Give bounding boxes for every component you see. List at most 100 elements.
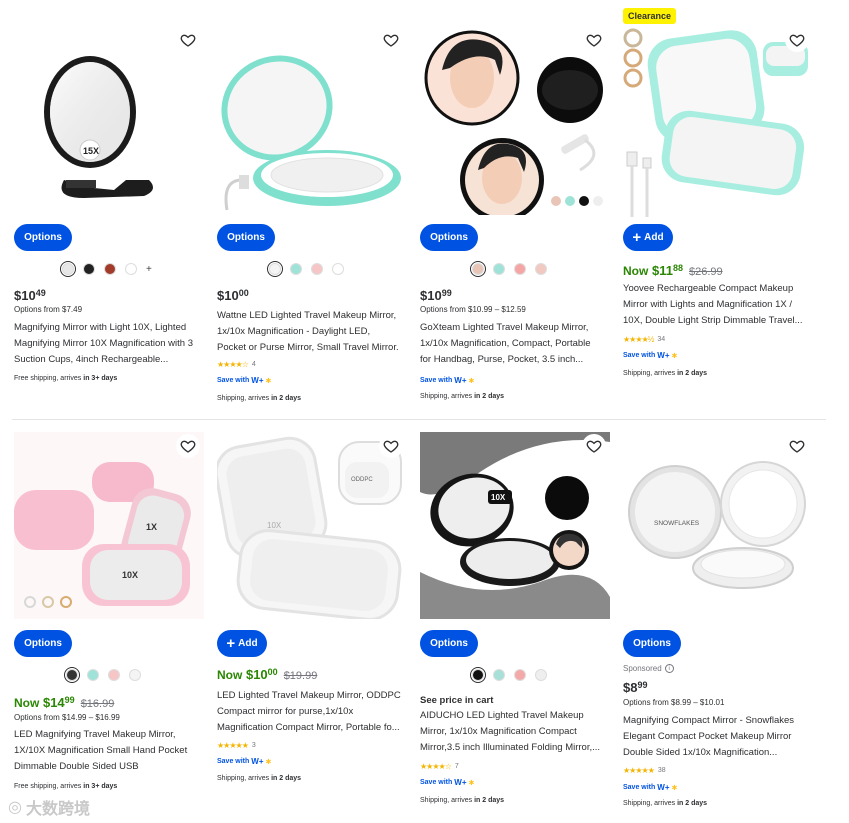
product-image[interactable]: SNOWFLAKES [623,432,813,619]
swatch[interactable] [269,263,281,275]
swatch[interactable] [535,263,547,275]
sponsored-label[interactable]: Sponsored i [623,664,674,673]
mag-1x-label: 1X [146,522,157,532]
swatch[interactable] [129,669,141,681]
swatch[interactable] [493,263,505,275]
price-cents: 99 [637,680,648,690]
save-with-label: Save with [623,352,656,359]
product-title[interactable]: LED Magnifying Travel Makeup Mirror, 1X/… [14,727,198,775]
options-button[interactable]: Options [217,224,275,251]
shipping-info: Shipping, arrives in 2 days [623,370,707,377]
favorite-heart-icon[interactable] [379,434,403,458]
rating-count: 34 [657,336,666,343]
favorite-heart-icon[interactable] [785,434,809,458]
swatch[interactable] [472,669,484,681]
swatch[interactable] [311,263,323,275]
product-card[interactable]: Clearance + Add Now $1188 $26.99 Yoovee Re… [623,8,813,383]
product-card[interactable]: 15X Options + $1049 Options from $7.49 M… [14,28,204,390]
favorite-heart-icon[interactable] [176,28,200,52]
star-icon: ★★★★☆ [420,762,452,771]
product-image[interactable] [420,30,610,215]
product-card[interactable]: 1X 10X Options Now $1499$16.99 Options [14,432,204,792]
product-image[interactable]: 1X 10X [14,432,204,619]
now-label: Now [623,264,649,278]
save-with-walmart-plus: Save with W+ ✱ [420,376,474,385]
product-title[interactable]: AIDUCHO LED Lighted Travel Makeup Mirror… [420,708,604,756]
swatch[interactable] [514,263,526,275]
spark-icon: ✱ [468,779,475,787]
favorite-heart-icon[interactable] [582,434,606,458]
star-icon: ★★★★½ [623,335,654,344]
favorite-heart-icon[interactable] [379,28,403,52]
shipping-info: Shipping, arrives in 2 days [420,393,504,400]
product-image[interactable] [217,30,407,215]
options-button[interactable]: Options [14,224,72,251]
walmart-plus-icon: W+ [251,757,264,766]
price-cents: 49 [35,288,46,298]
options-button[interactable]: Options [14,630,72,657]
swatch[interactable] [514,669,526,681]
favorite-heart-icon[interactable] [785,28,809,52]
product-image[interactable]: 10X [420,432,610,619]
info-icon[interactable]: i [664,664,674,673]
product-grid: 15X Options + $1049 Options from $7.49 M… [0,0,849,823]
price-cents: 00 [238,288,249,298]
swatch[interactable] [66,669,78,681]
swatch[interactable] [83,263,95,275]
button-label: Options [430,232,468,243]
shipping-days: in 2 days [677,370,708,377]
product-card[interactable]: 10X Options See price in cart AIDUCHO LE… [420,432,610,807]
product-image[interactable] [623,22,813,217]
swatch[interactable] [62,263,74,275]
shipping-info: Shipping, arrives in 2 days [623,800,707,807]
product-card[interactable]: Options $1099 Options from $10.99 – $12.… [420,28,610,405]
product-image[interactable]: 10X ODDPC [217,432,407,619]
product-image[interactable]: 15X [14,30,204,210]
was-price: $26.99 [688,266,723,278]
clearance-badge: Clearance [623,8,677,24]
price-cents: 99 [441,288,452,298]
walmart-plus-icon: W+ [657,351,670,360]
swatch[interactable] [535,669,547,681]
favorite-heart-icon[interactable] [582,28,606,52]
color-swatches [472,262,547,276]
options-button[interactable]: Options [420,630,478,657]
swatch[interactable] [104,263,116,275]
swatch[interactable] [290,263,302,275]
product-card[interactable]: SNOWFLAKES Options Sponsored i $899 Opti… [623,432,813,812]
favorite-heart-icon[interactable] [176,434,200,458]
price: Now $1000 $19.99 [217,667,317,682]
swatch[interactable] [332,263,344,275]
add-to-cart-button[interactable]: + Add [217,630,267,657]
product-title[interactable]: LED Lighted Travel Makeup Mirror, ODDPC … [217,688,401,736]
product-card[interactable]: Options $1000 Wattne LED Lighted Travel … [217,28,407,405]
product-title[interactable]: Magnifying Compact Mirror - Snowflakes E… [623,713,807,761]
shipping-days: in 2 days [474,393,505,400]
options-button[interactable]: Options [420,224,478,251]
plus-icon: + [632,229,642,246]
product-title[interactable]: GoXteam Lighted Travel Makeup Mirror, 1x… [420,320,604,368]
swatch[interactable] [87,669,99,681]
star-icon: ★★★★☆ [217,360,249,369]
watermark: ◎ 大数跨境 [8,795,90,819]
shipping-days: in 2 days [474,797,505,804]
more-swatches[interactable]: + [146,264,152,275]
color-swatches [66,668,141,682]
options-button[interactable]: Options [623,630,681,657]
star-icon: ★★★★★ [623,766,655,775]
swatch[interactable] [125,263,137,275]
swatch[interactable] [493,669,505,681]
now-label: Now [14,696,40,710]
product-title[interactable]: Yoovee Rechargeable Compact Makeup Mirro… [623,281,807,329]
add-to-cart-button[interactable]: + Add [623,224,673,251]
swatch[interactable] [108,669,120,681]
swatch[interactable] [472,263,484,275]
watermark-text: 大数跨境 [25,801,90,818]
rating: ★★★★★ 38 [623,766,666,775]
product-title[interactable]: Wattne LED Lighted Travel Makeup Mirror,… [217,308,401,356]
product-title[interactable]: Magnifying Mirror with Light 10X, Lighte… [14,320,198,368]
plus-icon: + [226,635,236,652]
star-icon: ★★★★★ [217,741,249,750]
see-price-in-cart: See price in cart [420,695,494,706]
product-card[interactable]: 10X ODDPC + Add Now $1000 $19.99 LED Light… [217,432,407,792]
